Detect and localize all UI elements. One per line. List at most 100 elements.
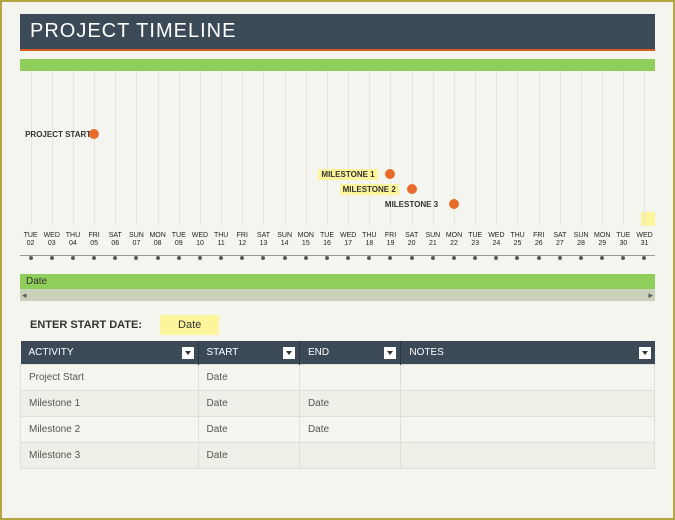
axis-label: THU18 [359, 232, 380, 248]
cell-start[interactable]: Date [198, 391, 299, 417]
axis-label: FRI05 [84, 232, 105, 248]
axis-label: TUE09 [168, 232, 189, 248]
tick [71, 256, 75, 260]
cell-notes[interactable] [401, 417, 655, 443]
cell-notes[interactable] [401, 391, 655, 417]
cell-notes[interactable] [401, 365, 655, 391]
start-date-label: ENTER START DATE: [30, 319, 142, 331]
th-end[interactable]: END [299, 341, 400, 365]
x-axis: TUE02WED03THU04FRI05SAT06SUN07MON08TUE09… [20, 232, 655, 248]
tick [198, 256, 202, 260]
tick [113, 256, 117, 260]
axis-label: FRI12 [232, 232, 253, 248]
gridline [475, 71, 476, 226]
axis-label: TUE02 [20, 232, 41, 248]
gridline [136, 71, 137, 226]
milestone-dot [449, 199, 459, 209]
axis-label: TUE30 [613, 232, 634, 248]
tick [261, 256, 265, 260]
tick [367, 256, 371, 260]
gridline [179, 71, 180, 226]
axis-label: TUE23 [465, 232, 486, 248]
th-activity[interactable]: ACTIVITY [21, 341, 199, 365]
tick [431, 256, 435, 260]
axis-label: MON08 [147, 232, 168, 248]
gridline [306, 71, 307, 226]
th-notes[interactable]: NOTES [401, 341, 655, 365]
table-row: Milestone 2DateDate [21, 417, 655, 443]
axis-label: FRI26 [528, 232, 549, 248]
tick [92, 256, 96, 260]
gridline [517, 71, 518, 226]
axis-label: SAT06 [105, 232, 126, 248]
gridline [52, 71, 53, 226]
gridline [581, 71, 582, 226]
gridline [73, 71, 74, 226]
axis-label: TUE16 [316, 232, 337, 248]
tick [410, 256, 414, 260]
gridline [560, 71, 561, 226]
milestone-label: MILESTONE 3 [382, 199, 441, 210]
cell-activity[interactable]: Milestone 3 [21, 443, 199, 469]
axis-label: SUN07 [126, 232, 147, 248]
tick [177, 256, 181, 260]
tick [600, 256, 604, 260]
tick [621, 256, 625, 260]
axis-label: SUN14 [274, 232, 295, 248]
axis-label: FRI19 [380, 232, 401, 248]
axis-label: MON29 [592, 232, 613, 248]
gridline [539, 71, 540, 226]
tick [283, 256, 287, 260]
gridline [327, 71, 328, 226]
tick [156, 256, 160, 260]
gridline [348, 71, 349, 226]
milestone-dot [407, 184, 417, 194]
milestone-dot [89, 129, 99, 139]
axis-label: WED03 [41, 232, 62, 248]
axis-label: WED17 [338, 232, 359, 248]
cell-start[interactable]: Date [198, 443, 299, 469]
milestone-label: PROJECT START [22, 129, 94, 140]
gridline [285, 71, 286, 226]
scroll-zone: Date ◂ ▸ [20, 274, 655, 301]
cell-end[interactable] [299, 443, 400, 469]
cell-end[interactable]: Date [299, 417, 400, 443]
cell-activity[interactable]: Milestone 1 [21, 391, 199, 417]
scrollbar[interactable]: ◂ ▸ [20, 289, 655, 301]
axis-label: SUN21 [422, 232, 443, 248]
tick [346, 256, 350, 260]
start-date-input[interactable]: Date [160, 315, 219, 335]
cell-start[interactable]: Date [198, 417, 299, 443]
gridline [496, 71, 497, 226]
tick [515, 256, 519, 260]
milestone-dot [385, 169, 395, 179]
table-row: Milestone 3Date [21, 443, 655, 469]
cell-activity[interactable]: Project Start [21, 365, 199, 391]
cell-activity[interactable]: Milestone 2 [21, 417, 199, 443]
cell-end[interactable]: Date [299, 391, 400, 417]
axis-label: THU11 [211, 232, 232, 248]
gridline [158, 71, 159, 226]
scroll-right-icon[interactable]: ▸ [648, 290, 653, 301]
cell-notes[interactable] [401, 443, 655, 469]
chevron-down-icon[interactable] [639, 347, 651, 359]
axis-label: WED10 [189, 232, 210, 248]
axis-label: WED31 [634, 232, 655, 248]
chart-strip [20, 59, 655, 71]
chevron-down-icon[interactable] [283, 347, 295, 359]
milestone-label: MILESTONE 2 [340, 184, 399, 195]
tick [452, 256, 456, 260]
tick [473, 256, 477, 260]
scroll-left-icon[interactable]: ◂ [22, 290, 27, 301]
table-row: Milestone 1DateDate [21, 391, 655, 417]
chevron-down-icon[interactable] [182, 347, 194, 359]
chevron-down-icon[interactable] [384, 347, 396, 359]
th-start[interactable]: START [198, 341, 299, 365]
gridline [369, 71, 370, 226]
start-date-row: ENTER START DATE: Date [30, 315, 655, 335]
cell-start[interactable]: Date [198, 365, 299, 391]
date-field[interactable]: Date [20, 274, 655, 289]
axis-label: SUN28 [570, 232, 591, 248]
cell-end[interactable] [299, 365, 400, 391]
gridline [115, 71, 116, 226]
